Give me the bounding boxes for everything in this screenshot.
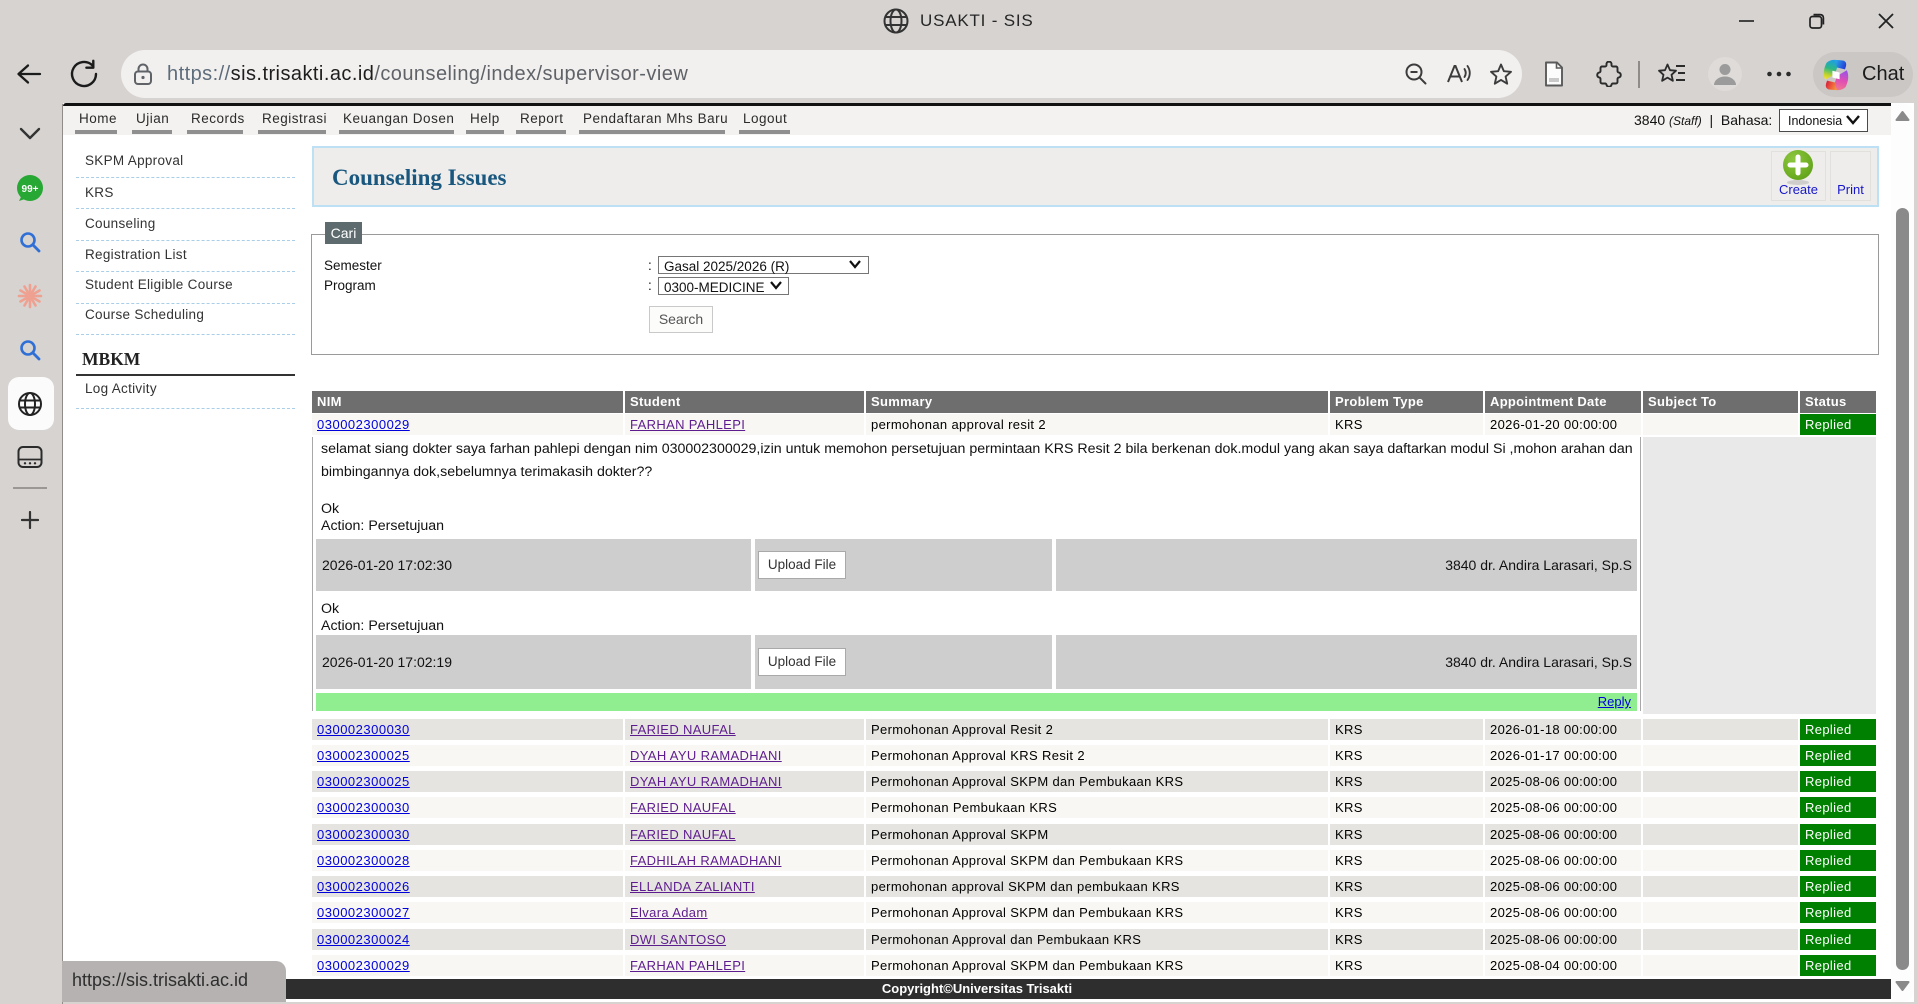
svg-text:99+: 99+ (22, 184, 39, 195)
